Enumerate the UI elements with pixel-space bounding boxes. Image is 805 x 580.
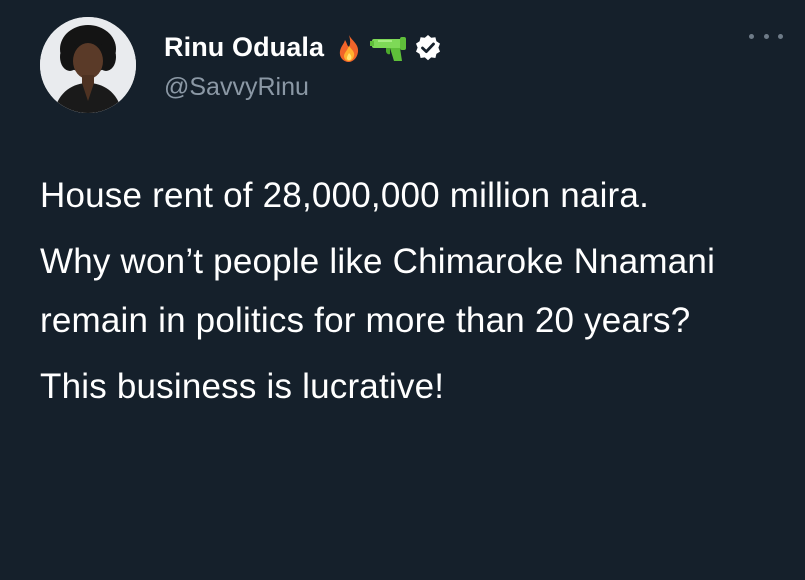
water-pistol-icon: [370, 33, 408, 63]
name-row: Rinu Oduala: [164, 29, 442, 67]
verified-badge-icon: [414, 34, 442, 62]
display-name[interactable]: Rinu Oduala: [164, 32, 324, 63]
avatar-image: [40, 17, 136, 113]
tweet-paragraph-2: Why won’t people like Chimaroke Nnamani …: [40, 242, 716, 340]
tweet-paragraph-3: This business is lucrative!: [40, 367, 445, 406]
more-dot-icon: [778, 33, 783, 39]
tweet-text: House rent of 28,000,000 million naira. …: [40, 166, 780, 423]
more-options-icon[interactable]: [749, 26, 783, 46]
more-dot-icon: [749, 33, 754, 39]
user-handle[interactable]: @SavvyRinu: [164, 73, 442, 102]
fire-icon: [334, 33, 364, 63]
tweet-card: Rinu Oduala @SavvyRinu House rent of 28,…: [0, 0, 805, 580]
avatar[interactable]: [40, 17, 136, 113]
tweet-header: Rinu Oduala @SavvyRinu: [40, 10, 442, 120]
user-info: Rinu Oduala @SavvyRinu: [164, 29, 442, 102]
tweet-paragraph-1: House rent of 28,000,000 million naira.: [40, 176, 650, 215]
more-dot-icon: [763, 33, 769, 39]
